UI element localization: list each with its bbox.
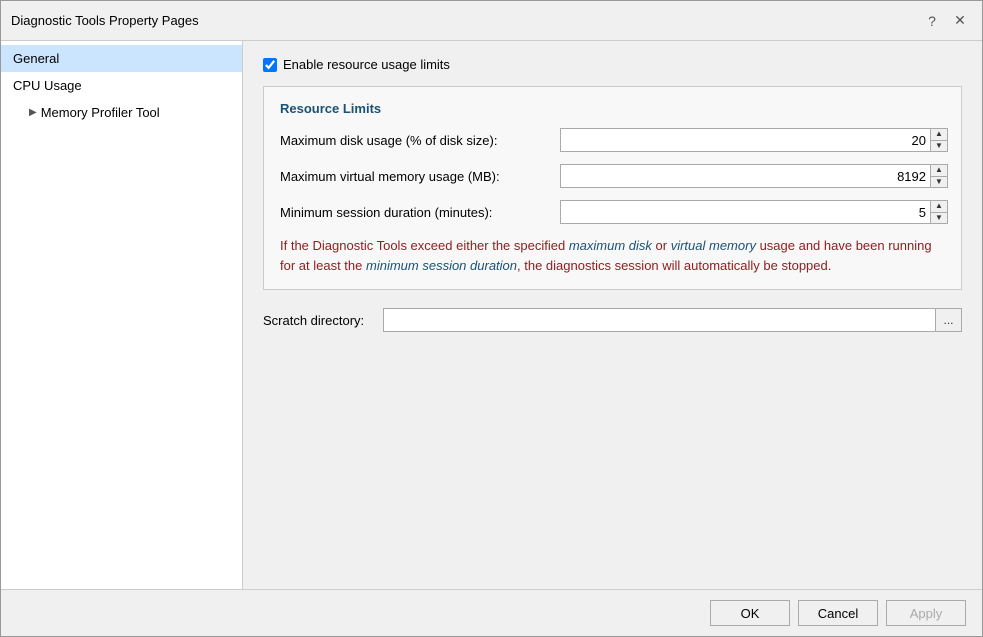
- max-virtual-memory-up[interactable]: ▲: [931, 165, 947, 176]
- max-virtual-memory-spinner-buttons: ▲ ▼: [930, 164, 948, 188]
- scratch-directory-label: Scratch directory:: [263, 313, 383, 328]
- close-button[interactable]: ✕: [948, 9, 972, 33]
- apply-button[interactable]: Apply: [886, 600, 966, 626]
- main-content: Enable resource usage limits Resource Li…: [243, 41, 982, 589]
- expand-icon-memory: ▶: [29, 107, 37, 118]
- cancel-button[interactable]: Cancel: [798, 600, 878, 626]
- enable-resource-limits-label[interactable]: Enable resource usage limits: [283, 57, 450, 72]
- browse-button[interactable]: ...: [936, 308, 962, 332]
- min-session-duration-down[interactable]: ▼: [931, 212, 947, 224]
- ok-button[interactable]: OK: [710, 600, 790, 626]
- sidebar-item-label-memory-profiler: Memory Profiler Tool: [41, 105, 160, 120]
- max-disk-usage-spinner: ▲ ▼: [560, 128, 948, 152]
- max-disk-usage-label: Maximum disk usage (% of disk size):: [280, 133, 560, 148]
- info-text-highlight2: virtual memory: [671, 238, 756, 253]
- min-session-duration-up[interactable]: ▲: [931, 201, 947, 212]
- max-disk-usage-up[interactable]: ▲: [931, 129, 947, 140]
- min-session-duration-spinner-buttons: ▲ ▼: [930, 200, 948, 224]
- sidebar-item-memory-profiler[interactable]: ▶ Memory Profiler Tool: [1, 99, 242, 126]
- dialog-body: General CPU Usage ▶ Memory Profiler Tool…: [1, 41, 982, 589]
- max-virtual-memory-down[interactable]: ▼: [931, 176, 947, 188]
- sidebar: General CPU Usage ▶ Memory Profiler Tool: [1, 41, 243, 589]
- sidebar-item-label-cpu-usage: CPU Usage: [13, 78, 82, 93]
- sidebar-item-label-general: General: [13, 51, 59, 66]
- title-bar-controls: ? ✕: [920, 9, 972, 33]
- min-session-duration-input[interactable]: [560, 200, 930, 224]
- min-session-duration-row: Minimum session duration (minutes): ▲ ▼: [280, 200, 945, 224]
- max-disk-usage-row: Maximum disk usage (% of disk size): ▲ ▼: [280, 128, 945, 152]
- sidebar-item-cpu-usage[interactable]: CPU Usage: [1, 72, 242, 99]
- info-text-highlight1: maximum disk: [569, 238, 652, 253]
- max-disk-usage-down[interactable]: ▼: [931, 140, 947, 152]
- info-text-highlight3: minimum session duration: [366, 258, 517, 273]
- max-virtual-memory-input[interactable]: [560, 164, 930, 188]
- sidebar-item-general[interactable]: General: [1, 45, 242, 72]
- scratch-directory-row: Scratch directory: ...: [263, 308, 962, 332]
- max-disk-usage-spinner-buttons: ▲ ▼: [930, 128, 948, 152]
- scratch-directory-input[interactable]: [383, 308, 936, 332]
- resource-limits-title: Resource Limits: [280, 101, 945, 116]
- info-text: If the Diagnostic Tools exceed either th…: [280, 236, 945, 275]
- min-session-duration-spinner: ▲ ▼: [560, 200, 948, 224]
- dialog-title: Diagnostic Tools Property Pages: [11, 13, 199, 28]
- max-virtual-memory-label: Maximum virtual memory usage (MB):: [280, 169, 560, 184]
- min-session-duration-label: Minimum session duration (minutes):: [280, 205, 560, 220]
- enable-resource-limits-row: Enable resource usage limits: [263, 57, 962, 72]
- resource-limits-box: Resource Limits Maximum disk usage (% of…: [263, 86, 962, 290]
- dialog-footer: OK Cancel Apply: [1, 589, 982, 636]
- title-bar: Diagnostic Tools Property Pages ? ✕: [1, 1, 982, 41]
- max-disk-usage-input[interactable]: [560, 128, 930, 152]
- info-text-mid1: or: [652, 238, 671, 253]
- max-virtual-memory-row: Maximum virtual memory usage (MB): ▲ ▼: [280, 164, 945, 188]
- dialog-window: Diagnostic Tools Property Pages ? ✕ Gene…: [0, 0, 983, 637]
- info-text-before: If the Diagnostic Tools exceed either th…: [280, 238, 569, 253]
- enable-resource-limits-checkbox[interactable]: [263, 58, 277, 72]
- max-virtual-memory-spinner: ▲ ▼: [560, 164, 948, 188]
- help-button[interactable]: ?: [920, 9, 944, 33]
- info-text-after: , the diagnostics session will automatic…: [517, 258, 831, 273]
